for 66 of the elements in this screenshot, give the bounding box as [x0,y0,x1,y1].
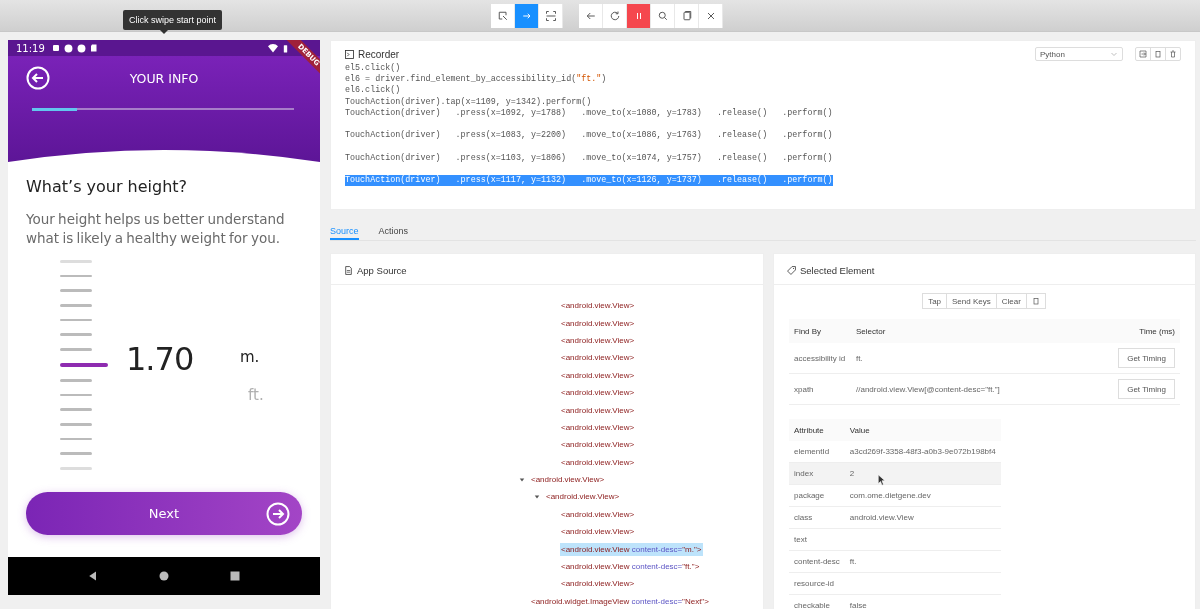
code-line: TouchAction(driver) .press(x=1083, y=2200) .move_to(x=1086, y=1763) .release() .perform() [345,130,833,142]
tree-node[interactable]: <android.view.View> [560,403,636,417]
screen-title: YOUR INFO [128,70,200,86]
language-dropdown[interactable]: Python [1035,47,1123,61]
table-cell: a3cd269f-3358-48f3-a0b3-9e072b198bf4 [849,447,996,456]
table-cell: 2 [849,469,855,478]
table-cell: false [849,601,867,609]
table-cell: xpath [794,384,814,394]
tree-node[interactable]: <android.view.View> [560,438,636,452]
table-cell: android.view.View [849,513,914,522]
table-cell: com.ome.dietgene.dev [849,491,931,500]
table-cell: checkable [794,601,831,609]
code-line: TouchAction(driver).tap(x=1109, y=1342).perform() [345,96,592,108]
tree-node[interactable]: <android.view.View> [530,473,606,487]
tree-node[interactable]: <android.view.View> [560,351,636,365]
recorder-title: Recorder [358,48,400,60]
column-header: Find By [794,326,822,336]
table-cell: elementId [794,447,830,456]
tree-node[interactable]: <android.view.View> [560,507,636,521]
column-header: Selector [856,326,886,336]
tree-node[interactable]: <android.view.View content-desc="ft."> [560,560,701,574]
table-cell: resource-id [794,579,834,588]
tree-node[interactable]: <android.view.View content-desc="m."> [560,542,703,556]
table-cell: ft. [856,353,863,363]
panel-title: Selected Element [800,265,875,276]
table-cell: ft. [849,557,857,566]
column-header: Time (ms) [1139,326,1175,336]
table-cell: accessibility id [794,353,846,363]
code-line: TouchAction(driver) .press(x=1103, y=1806) .move_to(x=1074, y=1757) .release() .perform() [345,152,833,164]
code-line: el6.click() [345,85,401,97]
tree-node[interactable]: <android.view.View> [545,490,621,504]
element-action-button[interactable]: Clear [995,293,1027,309]
code-line: el6 = driver.find_element_by_accessibility_id("ft.") [345,74,607,85]
height-value: 1.70 [126,340,194,378]
table-cell: index [794,469,814,478]
element-action-button[interactable]: Tap [922,293,948,309]
next-button[interactable]: Next [26,492,302,535]
tree-node[interactable]: <android.view.View> [560,333,636,347]
tree-node[interactable]: <android.view.View> [560,368,636,382]
element-action-button[interactable]: Send Keys [946,293,997,309]
table-cell: class [794,513,813,522]
table-cell: //android.view.View[@content-desc="ft."] [856,384,1000,394]
unit-option[interactable]: m. [240,348,260,366]
column-header: Attribute [794,425,824,435]
tree-node[interactable]: <android.view.View> [560,577,636,591]
code-line: TouchAction(driver) .press(x=1092, y=1788) .move_to(x=1080, y=1783) .release() .perform() [345,107,833,119]
tree-node[interactable]: <android.view.View> [560,525,636,539]
table-cell: content-desc [794,557,840,566]
tree-node[interactable]: <android.view.View> [560,420,636,434]
tab[interactable]: Actions [378,222,409,240]
get-timing-button[interactable]: Get Timing [1118,379,1175,399]
tooltip: Click swipe start point [123,10,223,30]
tree-node[interactable]: <android.widget.ImageView content-desc="Next"> [530,594,710,608]
tree-node[interactable]: <android.view.View> [560,386,636,400]
question-heading: What’s your height? [26,177,189,196]
column-header: Value [849,425,870,435]
status-time: 11:19 [16,42,45,54]
tree-node[interactable]: <android.view.View> [560,455,636,469]
table-cell: text [794,535,807,544]
tree-node[interactable]: <android.view.View> [560,299,636,313]
get-timing-button[interactable]: Get Timing [1118,348,1175,368]
panel-title: App Source [357,265,407,276]
tree-node[interactable]: <android.view.View> [560,316,636,330]
description-text: Your height helps us better understand what is likely a healthy weight for you. [26,210,286,248]
code-line: el5.click() [345,63,401,74]
table-cell: package [794,491,825,500]
